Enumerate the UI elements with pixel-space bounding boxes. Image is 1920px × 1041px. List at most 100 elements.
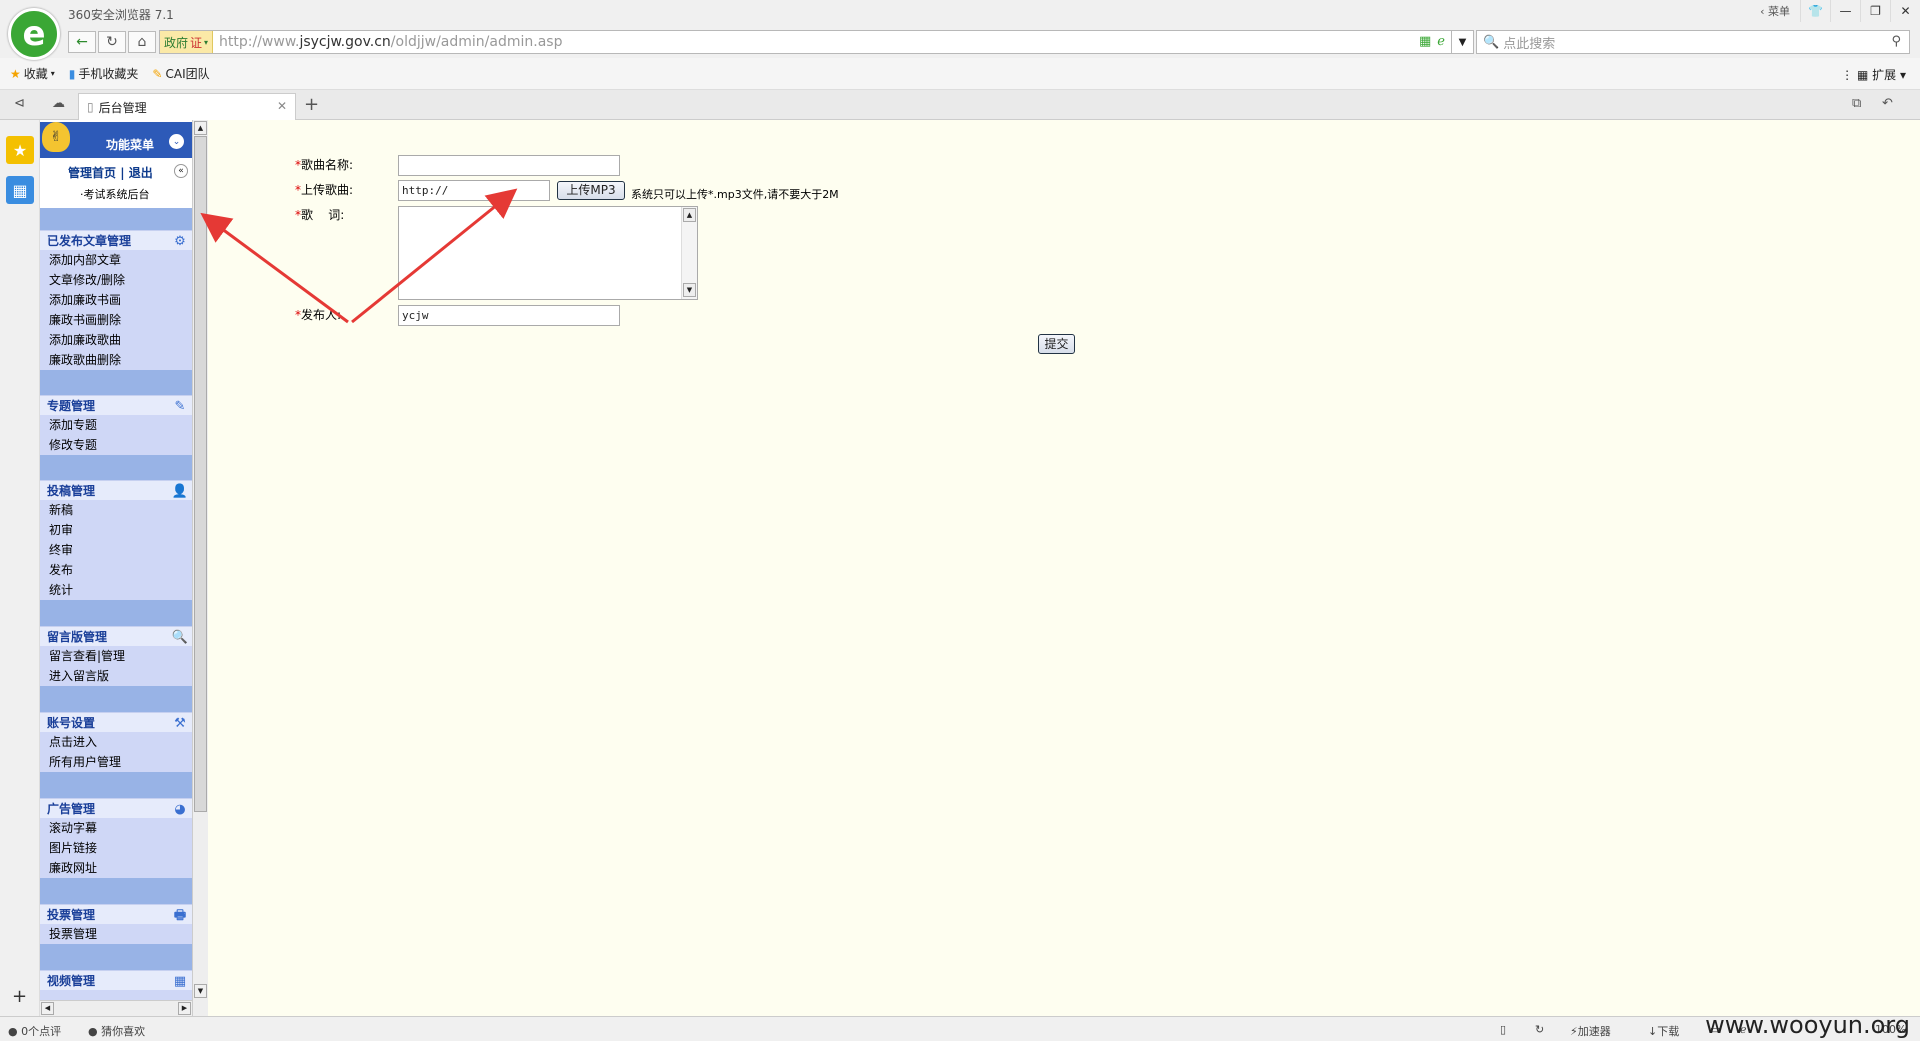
menu-item[interactable]: 添加廉政书画 — [40, 290, 192, 310]
reload-button[interactable]: ↻ — [98, 31, 126, 53]
menu-item[interactable]: 统计 — [40, 580, 192, 600]
menu-item[interactable]: 廉政网址 — [40, 858, 192, 878]
admin-home-link[interactable]: 管理首页 — [68, 166, 116, 180]
scrollbar-thumb[interactable] — [194, 136, 207, 812]
comments-status[interactable]: ● 0个点评 — [8, 1023, 61, 1039]
refresh-icon[interactable]: ↻ — [1535, 1023, 1544, 1036]
home-button[interactable]: ⌂ — [128, 31, 156, 53]
upload-mp3-button[interactable]: 上传MP3 — [557, 181, 625, 200]
close-window-button[interactable]: ✕ — [1890, 0, 1920, 22]
menu-item[interactable]: 滚动字幕 — [40, 818, 192, 838]
add-sidebar-icon[interactable]: + — [12, 986, 27, 1007]
ie-mode-icon[interactable]: ℯ — [1437, 34, 1445, 49]
guess-status[interactable]: ● 猜你喜欢 — [88, 1023, 145, 1039]
tab-admin[interactable]: ▯ 后台管理 ✕ — [78, 93, 296, 120]
lyrics-textarea[interactable]: ▲ ▼ — [398, 206, 698, 300]
menu-button[interactable]: ‹ 菜单 — [1760, 3, 1790, 19]
menu-item[interactable]: 进入留言版 — [40, 666, 192, 686]
publisher-input[interactable]: ycjw — [398, 305, 620, 326]
accelerator-text: 加速器 — [1577, 1025, 1611, 1038]
address-bar[interactable]: 政府证 ▾ http://www.jsycjw.gov.cn/oldjjw/adm… — [159, 30, 1452, 54]
skin-icon[interactable]: 👕 — [1800, 0, 1830, 22]
section-video: 视频管理 ▦ — [40, 970, 192, 1000]
download-button[interactable]: ↓下载 — [1648, 1023, 1679, 1039]
favorites-star-icon[interactable]: ★ — [6, 136, 34, 164]
section-header[interactable]: 留言版管理 🔍 — [40, 626, 192, 646]
menu-item[interactable]: 所有用户管理 — [40, 752, 192, 772]
back-button[interactable]: ← — [68, 31, 96, 53]
bookmark-bar: ★ 收藏 ▾ ▮ 手机收藏夹 ✎ CAI团队 ⋮ ▦ 扩展 ▾ — [0, 58, 1920, 90]
song-name-input[interactable] — [398, 155, 620, 176]
section-header[interactable]: 已发布文章管理 ⚙ — [40, 230, 192, 250]
menu-band — [40, 772, 192, 798]
section-header[interactable]: 投稿管理 👤 — [40, 480, 192, 500]
section-voting: 投票管理 🖶 投票管理 — [40, 904, 192, 944]
lyrics-scrollbar[interactable]: ▲ ▼ — [681, 207, 697, 299]
section-header[interactable]: 视频管理 ▦ — [40, 970, 192, 990]
menu-vertical-scrollbar[interactable]: ▲ ▼ — [192, 120, 208, 1016]
menu-item[interactable]: 添加内部文章 — [40, 250, 192, 270]
menu-item[interactable]: 文章修改/删除 — [40, 270, 192, 290]
scroll-right-icon[interactable]: ▶ — [178, 1002, 191, 1015]
logout-link[interactable]: 退出 — [129, 166, 153, 180]
search-engine-icon[interactable]: 🔍 — [1483, 35, 1499, 50]
menu-item[interactable]: 图片链接 — [40, 838, 192, 858]
mobile-icon[interactable]: ▯ — [1500, 1023, 1506, 1036]
scroll-down-icon[interactable]: ▼ — [683, 283, 696, 297]
cloud-icon[interactable]: ☁ — [52, 96, 65, 111]
star-icon: ★ — [10, 66, 21, 81]
menu-item[interactable]: 新稿 — [40, 500, 192, 520]
gov-cert-badge[interactable]: 政府证 ▾ — [160, 31, 214, 53]
scroll-up-icon[interactable]: ▲ — [683, 208, 696, 222]
section-articles: 已发布文章管理 ⚙ 添加内部文章 文章修改/删除 添加廉政书画 廉政书画删除 添加… — [40, 230, 192, 370]
phone-icon: ▮ — [68, 66, 76, 81]
minimize-button[interactable]: — — [1830, 0, 1860, 22]
menu-item[interactable]: 初审 — [40, 520, 192, 540]
menu-header-title: 功能菜单 — [106, 138, 155, 152]
menu-item[interactable]: 留言查看|管理 — [40, 646, 192, 666]
url-dropdown-icon[interactable]: ▼ — [1452, 30, 1474, 54]
scroll-left-icon[interactable]: ◀ — [41, 1002, 54, 1015]
section-header[interactable]: 广告管理 ◕ — [40, 798, 192, 818]
scroll-up-icon[interactable]: ▲ — [194, 121, 207, 135]
menu-band — [40, 455, 192, 480]
undo-icon[interactable]: ↶ — [1882, 96, 1893, 111]
menu-item[interactable]: 修改专题 — [40, 435, 192, 455]
bookmark-mobile[interactable]: ▮ 手机收藏夹 — [69, 65, 139, 82]
browser-sidebar: ★ ▦ + — [0, 120, 40, 1016]
exam-system-link[interactable]: ·考试系统后台 — [80, 186, 150, 202]
collapse-icon[interactable]: « — [174, 164, 188, 178]
search-icon[interactable]: ⚲ — [1891, 34, 1901, 49]
upload-url-input[interactable]: http:// — [398, 180, 550, 201]
search-input[interactable]: 🔍 点此搜索 ⚲ — [1476, 30, 1910, 54]
qr-code-icon[interactable]: ▦ — [1419, 34, 1431, 49]
section-header[interactable]: 账号设置 ⚒ — [40, 712, 192, 732]
new-tab-button[interactable]: + — [304, 94, 319, 115]
menu-item[interactable]: 添加廉政歌曲 — [40, 330, 192, 350]
menu-item[interactable]: 廉政书画删除 — [40, 310, 192, 330]
menu-item[interactable]: 发布 — [40, 560, 192, 580]
accelerator-button[interactable]: ⚡加速器 — [1570, 1023, 1611, 1039]
menu-item[interactable]: 廉政歌曲删除 — [40, 350, 192, 370]
menu-item[interactable]: 终审 — [40, 540, 192, 560]
menu-horizontal-scrollbar[interactable]: ◀ ▶ — [40, 1000, 192, 1016]
section-header[interactable]: 投票管理 🖶 — [40, 904, 192, 924]
menu-item[interactable]: 点击进入 — [40, 732, 192, 752]
restore-tab-icon[interactable]: ⧉ — [1852, 96, 1861, 111]
chevron-down-icon[interactable]: ⌄ — [169, 134, 184, 149]
apps-icon[interactable]: ▦ — [6, 176, 34, 204]
sidebar-toggle-icon[interactable]: ⊲ — [14, 96, 25, 111]
page-icon: ▯ — [87, 100, 94, 114]
close-tab-icon[interactable]: ✕ — [277, 99, 287, 113]
extension-button[interactable]: ⋮ ▦ 扩展 ▾ — [1841, 66, 1906, 83]
menu-item[interactable]: 投票管理 — [40, 924, 192, 944]
gov-badge-text: 政府 — [164, 35, 189, 50]
submit-button[interactable]: 提交 — [1038, 334, 1075, 354]
menu-band — [40, 686, 192, 712]
maximize-button[interactable]: ❐ — [1860, 0, 1890, 22]
bookmark-cai[interactable]: ✎ CAI团队 — [152, 65, 209, 82]
section-header[interactable]: 专题管理 ✎ — [40, 395, 192, 415]
scroll-down-icon[interactable]: ▼ — [194, 984, 207, 998]
menu-item[interactable]: 添加专题 — [40, 415, 192, 435]
favorites-button[interactable]: ★ 收藏 ▾ — [10, 65, 55, 82]
